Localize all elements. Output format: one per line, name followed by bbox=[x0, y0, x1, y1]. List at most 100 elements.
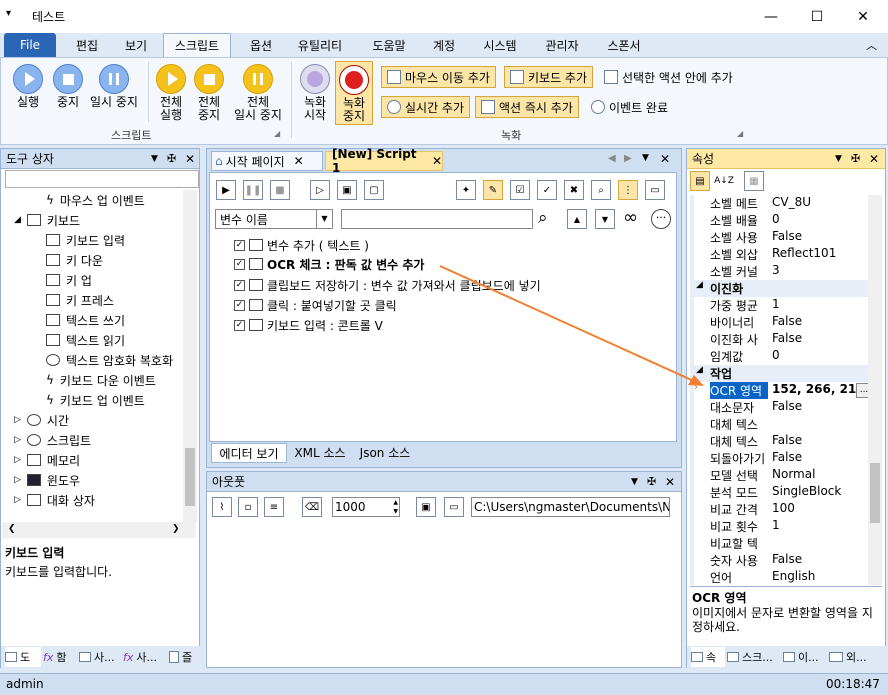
tab-functions[interactable]: fx 함 bbox=[43, 647, 77, 667]
add-mouse-move-button[interactable]: 마우스 이동 추가 bbox=[381, 66, 496, 88]
tree-view-icon[interactable]: ⋮ bbox=[618, 180, 638, 200]
tree-item-script[interactable]: ▷ 스크립트 bbox=[14, 430, 91, 450]
collapse-icon[interactable]: ◢ bbox=[696, 280, 703, 290]
broom-icon[interactable]: ⌇ bbox=[212, 497, 232, 517]
pin-icon[interactable]: ✠ bbox=[647, 475, 656, 488]
tree-item-dialog[interactable]: ▷ 대화 상자 bbox=[14, 490, 95, 510]
scrollbar-thumb[interactable] bbox=[870, 463, 880, 523]
file-tab[interactable]: File bbox=[4, 33, 56, 57]
property-row[interactable]: 숫자 사용 False bbox=[706, 552, 874, 569]
line-count-stepper[interactable]: 1000 ▲ ▼ bbox=[332, 497, 400, 517]
more-icon[interactable]: ··· bbox=[651, 209, 671, 229]
tree-item-text-write[interactable]: 텍스트 쓰기 bbox=[46, 310, 125, 330]
close-icon[interactable]: ✕ bbox=[869, 152, 879, 166]
statement-row[interactable]: ✓ 클릭 : 붙여넣기할 곳 클릭 bbox=[234, 295, 397, 315]
tab-sponsor[interactable]: 스폰서 bbox=[596, 33, 652, 57]
checkbox[interactable]: ✓ bbox=[234, 279, 245, 291]
tree-item-key-up[interactable]: 키 업 bbox=[46, 270, 92, 290]
tab-admin[interactable]: 관리자 bbox=[534, 33, 590, 57]
tree-item-memory[interactable]: ▷ 메모리 bbox=[14, 450, 80, 470]
tab-dictionary[interactable]: 사... bbox=[79, 647, 121, 667]
collapse-icon[interactable]: ◢ bbox=[14, 215, 21, 225]
tree-item-keyboard-input[interactable]: 키보드 입력 bbox=[46, 230, 125, 250]
checkbox[interactable]: ✓ bbox=[234, 299, 245, 311]
property-row[interactable]: 바이너리 False bbox=[706, 314, 874, 331]
tab-start-page[interactable]: ⌂ 시작 페이지 ✕ bbox=[211, 151, 323, 171]
tab-xml-source[interactable]: XML 소스 bbox=[289, 443, 351, 461]
pause-all-button[interactable]: 전체 일시 중지 bbox=[229, 64, 287, 122]
tab-options[interactable]: 옵션 bbox=[236, 33, 286, 57]
property-row[interactable]: 되돌아가기 False bbox=[706, 450, 874, 467]
pin-icon[interactable]: ✠ bbox=[167, 152, 176, 165]
property-row[interactable]: 소벨 사용 False bbox=[706, 229, 874, 246]
tree-item-key-press[interactable]: 키 프레스 bbox=[46, 290, 114, 310]
folder-icon[interactable]: ▭ bbox=[444, 497, 464, 517]
tab-toolbox[interactable]: 도 bbox=[5, 647, 41, 667]
record-stop-button[interactable]: 녹화 중지 bbox=[335, 61, 373, 125]
property-row[interactable]: 대소문자 False bbox=[706, 399, 874, 416]
checkbox[interactable]: ✓ bbox=[234, 319, 245, 331]
search-icon[interactable]: ⌕ bbox=[538, 209, 548, 227]
tab-script-list[interactable]: 스크... bbox=[727, 647, 781, 667]
toolbox-hscrollbar[interactable]: ❮ ❯ bbox=[2, 522, 196, 538]
checkbox[interactable]: ✓ bbox=[234, 258, 245, 270]
system-menu-icon[interactable]: ▾ bbox=[6, 8, 11, 19]
tab-nav-right-icon[interactable]: ▶ bbox=[624, 153, 632, 164]
statement-row[interactable]: ✓ 변수 추가 ( 텍스트 ) bbox=[234, 235, 369, 255]
property-row[interactable]: 언어 English bbox=[706, 569, 874, 586]
scrollbar-thumb[interactable] bbox=[185, 448, 195, 506]
property-row[interactable]: 대체 텍스 bbox=[706, 416, 874, 433]
pause-icon[interactable]: ❚❚ bbox=[243, 180, 263, 200]
maximize-icon[interactable]: ☐ bbox=[794, 0, 840, 33]
tab-help[interactable]: 도움말 bbox=[358, 33, 420, 57]
add-action-now-button[interactable]: 액션 즉시 추가 bbox=[475, 96, 579, 118]
collapse-ribbon-icon[interactable]: ︿ bbox=[866, 37, 877, 53]
output-path-input[interactable]: C:\Users\ngmaster\Documents\NGM bbox=[471, 497, 670, 517]
property-row[interactable]: 가중 평균 1 bbox=[706, 297, 874, 314]
toolbox-search-input[interactable] bbox=[5, 170, 199, 188]
tab-external[interactable]: 외... bbox=[829, 647, 883, 667]
tab-user-functions[interactable]: fx 사... bbox=[123, 647, 167, 667]
property-row[interactable]: 대체 텍스 False bbox=[706, 433, 874, 450]
property-row[interactable]: 소벨 배율 0 bbox=[706, 212, 874, 229]
dropdown-icon[interactable]: ▼ bbox=[642, 153, 649, 163]
monitor-icon[interactable]: ▭ bbox=[645, 180, 665, 200]
tab-utility[interactable]: 유틸리티 bbox=[288, 33, 352, 57]
variable-select[interactable]: 변수 이름 ▼ bbox=[215, 209, 333, 229]
tree-item-mouse-up-event[interactable]: ϟ 마우스 업 이벤트 bbox=[46, 190, 145, 210]
save-icon[interactable]: ▣ bbox=[416, 497, 436, 517]
list-icon[interactable]: ≡ bbox=[264, 497, 284, 517]
dropdown-icon[interactable]: ▼ bbox=[151, 154, 158, 164]
up-icon[interactable]: ▲ bbox=[567, 209, 587, 229]
property-row[interactable]: 이진화 사 False bbox=[706, 331, 874, 348]
close-icon[interactable]: ✕ bbox=[294, 154, 304, 168]
run-selected-icon[interactable]: ▢ bbox=[364, 180, 384, 200]
scroll-right-icon[interactable]: ❯ bbox=[172, 524, 180, 534]
property-category-work[interactable]: ◢ 작업 bbox=[694, 365, 874, 382]
tab-properties[interactable]: 속 bbox=[691, 647, 725, 667]
stop-icon[interactable]: ■ bbox=[270, 180, 290, 200]
close-icon[interactable]: ✕ bbox=[665, 475, 675, 489]
tab-json-source[interactable]: Json 소스 bbox=[353, 443, 417, 461]
new-file-icon[interactable]: ▫ bbox=[238, 497, 258, 517]
tree-item-text-encrypt[interactable]: 텍스트 암호화 복호화 bbox=[46, 350, 173, 370]
add-inside-selected-button[interactable]: 선택한 액션 안에 추가 bbox=[599, 66, 738, 88]
edit-icon[interactable]: ✎ bbox=[483, 180, 503, 200]
property-row[interactable]: 소벨 외삽 Reflect101 bbox=[706, 246, 874, 263]
dropdown-icon[interactable]: ▼ bbox=[631, 477, 638, 487]
delete-icon[interactable]: ✖ bbox=[564, 180, 584, 200]
stepper-arrows-icon[interactable]: ▲ ▼ bbox=[393, 498, 398, 516]
tab-script-1[interactable]: [New] Script 1 ✕ bbox=[325, 147, 443, 175]
tree-item-key-down[interactable]: 키 다운 bbox=[46, 250, 103, 270]
properties-scrollbar[interactable] bbox=[868, 195, 882, 585]
expand-icon[interactable]: ▷ bbox=[14, 455, 21, 465]
property-pages-icon[interactable]: ▦ bbox=[744, 171, 764, 191]
sort-az-icon[interactable]: A↓Z bbox=[714, 171, 734, 191]
expand-icon[interactable]: ▷ bbox=[14, 415, 21, 425]
check-all-icon[interactable]: ☑ bbox=[510, 180, 530, 200]
chevron-down-icon[interactable]: ▼ bbox=[316, 210, 332, 228]
run-from-icon[interactable]: ▷ bbox=[310, 180, 330, 200]
tab-images[interactable]: 이... bbox=[783, 647, 827, 667]
add-keyboard-button[interactable]: 키보드 추가 bbox=[504, 66, 594, 88]
tab-script[interactable]: 스크립트 bbox=[163, 33, 231, 57]
